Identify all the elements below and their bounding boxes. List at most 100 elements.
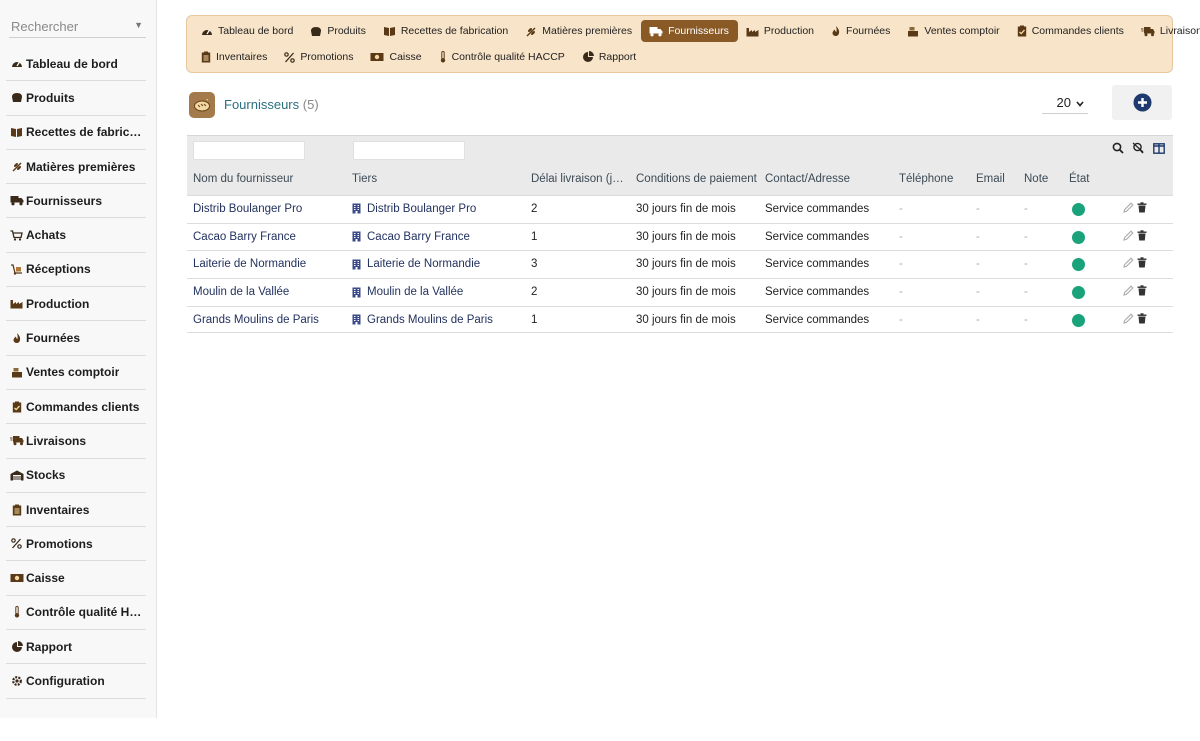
tab-caisse[interactable]: Caisse	[362, 46, 430, 68]
sidebar: ▼ Tableau de bord Produits Recettes de fab…	[0, 0, 157, 718]
page-size-value: 20	[1056, 95, 1071, 110]
header-tiers[interactable]: Tiers	[352, 173, 377, 185]
sidebar-item-controle-qualite-haccp[interactable]: Contrôle qualité HACCP	[6, 596, 146, 631]
delivery-delay: 2	[531, 203, 538, 215]
payment-terms: 30 jours fin de mois	[636, 286, 736, 299]
gauge-icon	[8, 58, 25, 69]
delete-trash-icon[interactable]	[1137, 257, 1147, 268]
sidebar-item-recettes-de-fabrication[interactable]: Recettes de fabrication	[6, 116, 146, 150]
tab-promotions[interactable]: Promotions	[276, 46, 362, 68]
header-telephone[interactable]: Téléphone	[899, 173, 953, 185]
sidebar-item-fournisseurs[interactable]: Fournisseurs	[6, 184, 146, 219]
header-nom[interactable]: Nom du fournisseur	[193, 173, 293, 185]
sidebar-item-label: Recettes de fabrication	[26, 125, 146, 140]
tab-commandes-clients[interactable]: Commandes clients	[1009, 20, 1133, 42]
delete-trash-icon[interactable]	[1137, 229, 1147, 241]
note: -	[1024, 230, 1028, 243]
page-size-select[interactable]: 20	[1042, 92, 1088, 114]
sidebar-search: ▼	[9, 16, 146, 38]
sidebar-search-input[interactable]	[9, 16, 129, 36]
sidebar-item-tableau-de-bord[interactable]: Tableau de bord	[6, 47, 146, 82]
tab-rapport[interactable]: Rapport	[574, 46, 645, 68]
tab-production[interactable]: Production	[738, 20, 823, 42]
tiers-link[interactable]: Grands Moulins de Paris	[352, 314, 493, 326]
delete-trash-icon[interactable]	[1137, 285, 1147, 296]
sidebar-item-produits[interactable]: Produits	[6, 81, 146, 116]
contact-address: Service commandes	[765, 230, 870, 243]
clipboard-list-icon	[8, 504, 25, 516]
edit-pencil-icon[interactable]	[1123, 230, 1134, 241]
supplier-name-link[interactable]: Distrib Boulanger Pro	[193, 203, 302, 215]
tab-label: Ventes comptoir	[924, 25, 1000, 37]
filter-tiers-input[interactable]	[353, 141, 465, 160]
tiers-link[interactable]: Cacao Barry France	[352, 231, 470, 243]
building-icon	[352, 203, 361, 214]
add-supplier-button[interactable]	[1112, 85, 1172, 120]
supplier-name-link[interactable]: Moulin de la Vallée	[193, 286, 289, 298]
sidebar-item-configuration[interactable]: Configuration	[6, 664, 146, 699]
tab-fournees[interactable]: Fournées	[823, 20, 899, 42]
tab-ventes-comptoir[interactable]: Ventes comptoir	[899, 20, 1008, 42]
tiers-link[interactable]: Moulin de la Vallée	[352, 286, 463, 298]
tiers-link[interactable]: Distrib Boulanger Pro	[352, 203, 476, 215]
delete-trash-icon[interactable]	[1137, 202, 1147, 213]
sidebar-item-promotions[interactable]: Promotions	[6, 527, 146, 562]
status-active-indicator	[1072, 258, 1085, 272]
table-header: Nom du fournisseur Tiers Délai livraison…	[187, 135, 1173, 195]
edit-pencil-icon[interactable]	[1123, 202, 1134, 213]
sidebar-item-fournees[interactable]: Fournées	[6, 321, 146, 356]
sidebar-item-rapport[interactable]: Rapport	[6, 630, 146, 665]
sidebar-item-label: Promotions	[26, 536, 93, 551]
sidebar-item-livraisons[interactable]: Livraisons	[6, 424, 146, 459]
sidebar-item-commandes-clients[interactable]: Commandes clients	[6, 390, 146, 425]
supplier-name-link[interactable]: Laiterie de Normandie	[193, 258, 306, 270]
edit-pencil-icon[interactable]	[1123, 285, 1134, 296]
contact-address: Service commandes	[765, 313, 870, 326]
tab-tableau-de-bord[interactable]: Tableau de bord	[193, 20, 302, 42]
sidebar-item-inventaires[interactable]: Inventaires	[6, 493, 146, 528]
sidebar-item-ventes-comptoir[interactable]: Ventes comptoir	[6, 356, 146, 390]
bread-icon	[8, 92, 25, 103]
edit-pencil-icon[interactable]	[1123, 257, 1134, 269]
wheat-icon	[525, 26, 537, 37]
columns-icon[interactable]	[1153, 142, 1165, 154]
telephone: -	[899, 286, 903, 299]
row-actions	[1123, 202, 1150, 213]
thermometer-icon	[8, 606, 25, 618]
tab-fournisseurs[interactable]: Fournisseurs	[641, 20, 738, 42]
sidebar-item-matieres-premieres[interactable]: Matières premières	[6, 150, 146, 185]
tab-controle-qualite-haccp[interactable]: Contrôle qualité HACCP	[431, 46, 574, 68]
edit-pencil-icon[interactable]	[1123, 313, 1134, 324]
tab-label: Promotions	[300, 51, 354, 63]
tab-matieres-premieres[interactable]: Matières premières	[517, 20, 641, 42]
sidebar-item-achats[interactable]: Achats	[6, 218, 146, 253]
filter-nom-input[interactable]	[193, 141, 305, 160]
header-contact[interactable]: Contact/Adresse	[765, 173, 850, 185]
header-conditions[interactable]: Conditions de paiement	[636, 173, 757, 185]
status-active-indicator	[1072, 313, 1085, 327]
clear-filter-icon[interactable]	[1132, 142, 1145, 154]
sidebar-item-caisse[interactable]: Caisse	[6, 561, 146, 596]
header-delai[interactable]: Délai livraison (j…	[531, 173, 624, 185]
tab-produits[interactable]: Produits	[302, 20, 375, 42]
supplier-name-link[interactable]: Grands Moulins de Paris	[193, 314, 319, 326]
pie-chart-icon	[582, 51, 594, 63]
header-email[interactable]: Email	[976, 173, 1005, 185]
delivery-delay: 3	[531, 258, 538, 271]
tab-recettes-de-fabrication[interactable]: Recettes de fabrication	[375, 20, 517, 42]
tab-label: Matières premières	[542, 25, 633, 37]
tab-label: Contrôle qualité HACCP	[451, 51, 565, 63]
chevron-down-icon[interactable]: ▼	[134, 20, 143, 30]
sidebar-item-stocks[interactable]: Stocks	[6, 459, 146, 493]
header-note[interactable]: Note	[1024, 173, 1048, 185]
sidebar-item-production[interactable]: Production	[6, 287, 146, 322]
tab-livraisons[interactable]: Livraisons	[1133, 20, 1200, 42]
delete-trash-icon[interactable]	[1137, 313, 1147, 324]
tab-inventaires[interactable]: Inventaires	[193, 46, 276, 68]
search-icon[interactable]	[1112, 142, 1124, 154]
supplier-name-link[interactable]: Cacao Barry France	[193, 231, 296, 243]
payment-terms: 30 jours fin de mois	[636, 230, 736, 243]
sidebar-item-receptions[interactable]: Réceptions	[6, 253, 146, 288]
header-etat[interactable]: État	[1069, 173, 1089, 185]
tiers-link[interactable]: Laiterie de Normandie	[352, 258, 480, 270]
